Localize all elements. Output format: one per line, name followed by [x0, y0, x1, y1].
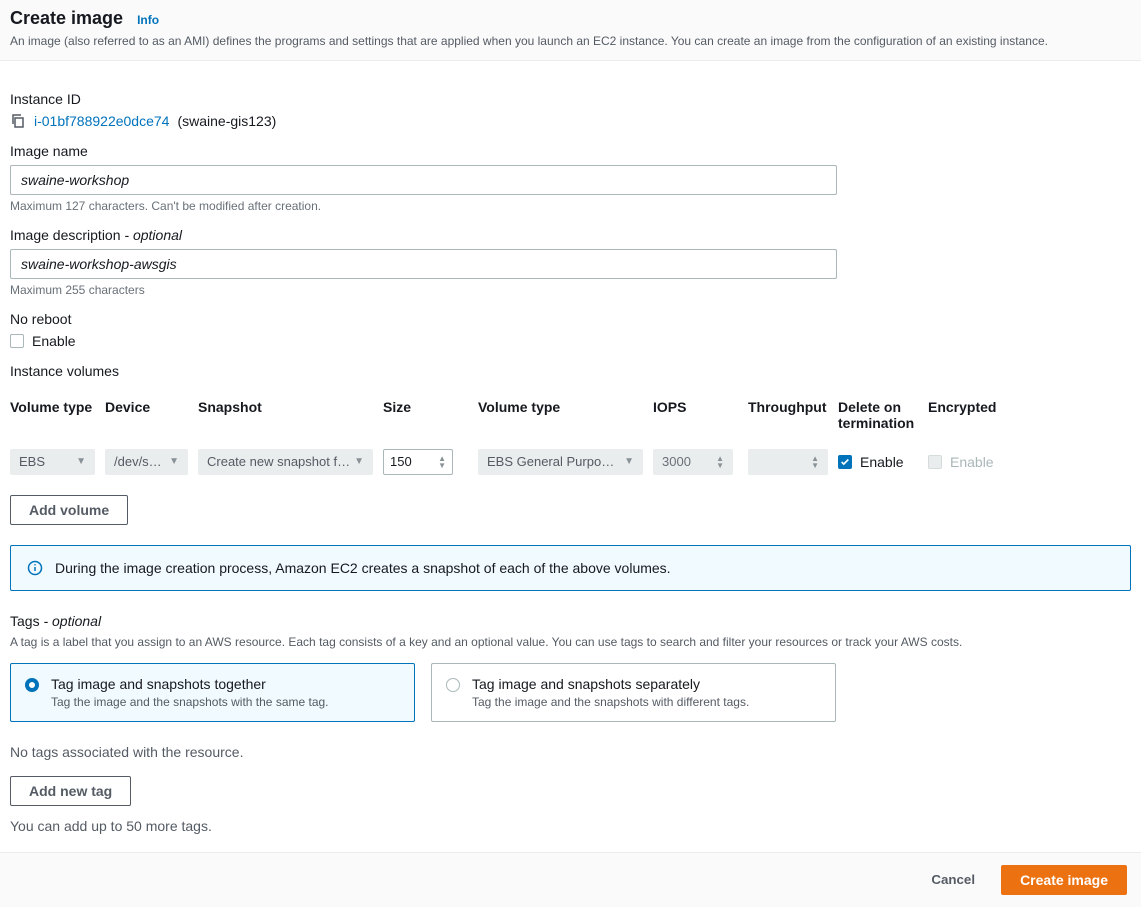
no-reboot-enable-label: Enable: [32, 333, 76, 349]
create-image-button[interactable]: Create image: [1001, 865, 1127, 895]
tag-separately-option[interactable]: Tag image and snapshots separately Tag t…: [431, 663, 836, 722]
tag-together-title: Tag image and snapshots together: [51, 676, 329, 692]
tags-label: Tags: [10, 613, 40, 629]
delete-on-termination-checkbox[interactable]: [838, 455, 852, 469]
copy-icon[interactable]: [10, 113, 26, 129]
encrypted-enable-label: Enable: [950, 454, 994, 470]
image-desc-label-text: Image description: [10, 227, 121, 243]
image-name-input[interactable]: [10, 165, 837, 195]
caret-down-icon: ▼: [354, 456, 364, 467]
tag-limit-text: You can add up to 50 more tags.: [10, 818, 1131, 834]
no-reboot-checkbox[interactable]: [10, 334, 24, 348]
device-select[interactable]: /dev/s… ▼: [105, 449, 188, 475]
tags-description: A tag is a label that you assign to an A…: [10, 635, 1131, 649]
instance-id-link[interactable]: i-01bf788922e0dce74: [34, 113, 169, 129]
device-value: /dev/s…: [114, 454, 162, 469]
create-image-form: Instance ID i-01bf788922e0dce74 (swaine-…: [0, 61, 1141, 844]
delete-enable-label: Enable: [860, 454, 904, 470]
col-header-iops: IOPS: [653, 399, 738, 431]
volume-type-value: EBS: [19, 454, 45, 469]
size-input[interactable]: 150 ▲▼: [383, 449, 453, 475]
number-stepper-icon: ▲▼: [716, 455, 724, 469]
encrypted-checkbox: [928, 455, 942, 469]
col-header-size: Size: [383, 399, 468, 431]
page-header: Create image Info An image (also referre…: [0, 0, 1141, 61]
page-description: An image (also referred to as an AMI) de…: [10, 33, 1131, 50]
snapshot-info-callout: During the image creation process, Amazo…: [10, 545, 1131, 591]
tag-together-option[interactable]: Tag image and snapshots together Tag the…: [10, 663, 415, 722]
tag-together-radio[interactable]: [25, 678, 39, 692]
volume-type-2-value: EBS General Purpose S…: [487, 454, 620, 469]
iops-input: 3000 ▲▼: [653, 449, 733, 475]
caret-down-icon: ▼: [76, 456, 86, 467]
volumes-table: Volume type Device Snapshot Size Volume …: [10, 399, 1131, 475]
volume-type-2-select[interactable]: EBS General Purpose S… ▼: [478, 449, 643, 475]
image-desc-optional: - optional: [124, 227, 182, 243]
col-header-delete: Delete on termination: [838, 399, 918, 431]
image-desc-input[interactable]: [10, 249, 837, 279]
col-header-throughput: Throughput: [748, 399, 828, 431]
caret-down-icon: ▼: [169, 456, 179, 467]
page-title: Create image: [10, 8, 123, 29]
tag-separately-sub: Tag the image and the snapshots with dif…: [472, 695, 749, 709]
no-reboot-label: No reboot: [10, 311, 1131, 327]
info-link[interactable]: Info: [137, 13, 159, 27]
snapshot-select[interactable]: Create new snapshot fr… ▼: [198, 449, 373, 475]
footer-bar: Cancel Create image: [0, 852, 1141, 907]
add-volume-button[interactable]: Add volume: [10, 495, 128, 525]
size-value: 150: [390, 454, 412, 469]
callout-text: During the image creation process, Amazo…: [55, 560, 671, 576]
add-new-tag-button[interactable]: Add new tag: [10, 776, 131, 806]
snapshot-value: Create new snapshot fr…: [207, 454, 350, 469]
image-desc-help: Maximum 255 characters: [10, 283, 1131, 297]
caret-down-icon: ▼: [624, 456, 634, 467]
tag-together-sub: Tag the image and the snapshots with the…: [51, 695, 329, 709]
volume-type-select[interactable]: EBS ▼: [10, 449, 95, 475]
image-desc-label: Image description - optional: [10, 227, 1131, 243]
iops-value: 3000: [662, 454, 691, 469]
instance-id-label: Instance ID: [10, 91, 1131, 107]
image-name-label: Image name: [10, 143, 1131, 159]
tags-optional: - optional: [43, 613, 101, 629]
col-header-volume-type: Volume type: [10, 399, 95, 431]
number-stepper-icon: ▲▼: [811, 455, 819, 469]
tags-section: Tags - optional A tag is a label that yo…: [10, 613, 1131, 834]
throughput-input: ▲▼: [748, 449, 828, 475]
col-header-encrypted: Encrypted: [928, 399, 1008, 431]
cancel-button[interactable]: Cancel: [915, 865, 991, 895]
tag-separately-title: Tag image and snapshots separately: [472, 676, 749, 692]
volume-row: EBS ▼ /dev/s… ▼ Create new snapshot fr… …: [10, 449, 1131, 475]
no-tags-text: No tags associated with the resource.: [10, 744, 1131, 760]
col-header-device: Device: [105, 399, 188, 431]
tag-separately-radio[interactable]: [446, 678, 460, 692]
col-header-snapshot: Snapshot: [198, 399, 373, 431]
col-header-volume-type-2: Volume type: [478, 399, 643, 431]
image-name-help: Maximum 127 characters. Can't be modifie…: [10, 199, 1131, 213]
number-stepper-icon[interactable]: ▲▼: [438, 455, 446, 469]
info-icon: [27, 560, 43, 576]
instance-volumes-label: Instance volumes: [10, 363, 1131, 379]
instance-name: (swaine-gis123): [177, 113, 276, 129]
